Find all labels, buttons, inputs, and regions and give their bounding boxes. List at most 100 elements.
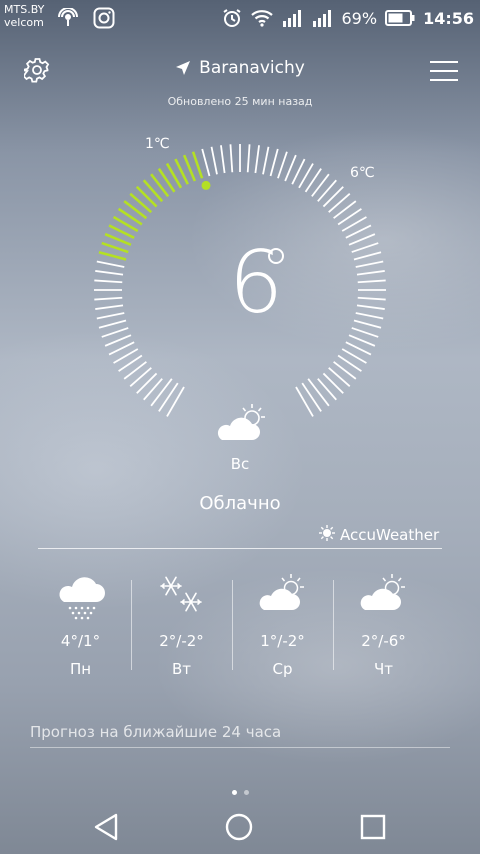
battery-icon (385, 10, 415, 26)
gauge-tick (353, 251, 382, 261)
recents-square-icon (360, 814, 386, 840)
divider (38, 548, 442, 549)
gauge-range-tick (98, 250, 127, 261)
gauge-tick (351, 242, 379, 253)
instagram-icon (93, 7, 115, 33)
gauge-tick (150, 378, 173, 407)
gauge-tick (201, 148, 211, 177)
signal-icon (282, 9, 304, 27)
menu-button[interactable] (430, 60, 458, 82)
gauge-tick (348, 334, 376, 347)
gauge-tick (98, 319, 127, 329)
weather-condition: Облачно (199, 493, 281, 514)
gauge-tick (322, 372, 344, 394)
battery-percent: 69% (341, 8, 378, 28)
gauge-tick (357, 279, 386, 284)
recents-button[interactable] (360, 814, 386, 840)
gauge-tick (246, 144, 251, 173)
gauge-tick (262, 146, 270, 175)
gauge-tick (348, 233, 376, 246)
clock-time: 14:56 (423, 8, 474, 28)
rain-cloud-icon (59, 577, 105, 620)
gauge-tick (301, 382, 322, 412)
gauge-tick (96, 312, 125, 320)
gauge-tick (356, 304, 385, 310)
hotspot-icon (58, 7, 80, 32)
forecast-day-name: Чт (373, 660, 394, 678)
gauge-tick (328, 193, 351, 213)
snowflakes-icon (159, 576, 202, 612)
back-button[interactable] (92, 812, 120, 842)
gauge-tick (95, 270, 124, 276)
gauge-tick (356, 270, 385, 276)
partly-cloudy-icon (360, 574, 405, 610)
forecast-day-name: Вт (171, 660, 192, 678)
gauge-tick (317, 179, 337, 202)
gauge-tick (328, 367, 351, 387)
gauge-tick (94, 279, 123, 284)
gauge-tick (229, 144, 234, 173)
max-temp-label: 6℃ (350, 165, 375, 181)
status-bar: MTS.BY velcom 69% 14:56 (0, 0, 480, 36)
gauge-tick (158, 382, 179, 412)
forecast-temp: 1°/-2° (260, 632, 305, 650)
alarm-icon (222, 8, 242, 28)
back-triangle-icon (94, 813, 118, 841)
carrier-info: MTS.BY velcom (4, 3, 44, 29)
gauge-tick (284, 154, 297, 182)
current-temperature: 6 (228, 233, 284, 333)
forecast-day-mon[interactable]: 4°/1° Пн (30, 572, 131, 692)
location-name: Baranavichy (199, 58, 305, 78)
signal-icon-2 (312, 9, 334, 27)
home-circle-icon (225, 813, 253, 841)
gauge-tick (351, 327, 379, 338)
forecast-day-thu[interactable]: 2°/-6° Чт (333, 572, 434, 692)
gauge-tick (96, 260, 125, 268)
gauge-range-tick (191, 151, 204, 179)
partly-cloudy-icon (259, 574, 304, 610)
page-indicator-active (232, 790, 237, 795)
gauge-tick (322, 186, 344, 208)
forecast-day-name: Ср (272, 660, 293, 678)
gauge-tick (355, 260, 384, 268)
hamburger-icon (430, 61, 458, 81)
hourly-divider (30, 747, 450, 748)
gauge-tick (269, 148, 279, 177)
location-label[interactable]: Baranavichy (0, 58, 480, 81)
daily-forecast: 4°/1° Пн 2°/-2° Вт 1°/-2° Ср 2°/-6° Чт (30, 572, 434, 692)
gauge-tick (317, 378, 337, 401)
gauge-tick (104, 334, 132, 347)
status-icons: 69% 14:56 (222, 6, 474, 30)
gauge-tick (355, 312, 384, 320)
gauge-range-tick (101, 241, 129, 254)
gauge-tick (254, 145, 260, 174)
gauge-tick (277, 151, 288, 179)
min-temp-label: 1℃ (145, 136, 170, 152)
gauge-tick (101, 327, 129, 338)
gauge-tick (220, 145, 226, 174)
accuweather-icon (318, 524, 336, 546)
gauge-tick (307, 378, 330, 407)
forecast-day-tue[interactable]: 2°/-2° Вт (131, 572, 232, 692)
gauge-tick (166, 386, 185, 417)
provider-link[interactable]: AccuWeather (318, 524, 439, 546)
page-indicator-inactive (244, 790, 249, 795)
wifi-icon (250, 9, 274, 27)
gauge-tick (136, 372, 158, 394)
hourly-forecast-title[interactable]: Прогноз на ближайшие 24 часа (30, 723, 281, 741)
partly-cloudy-icon (212, 402, 270, 446)
forecast-temp: 2°/-6° (361, 632, 406, 650)
home-button[interactable] (224, 812, 254, 842)
forecast-day-wed[interactable]: 1°/-2° Ср (232, 572, 333, 692)
degree-symbol (268, 248, 284, 264)
current-day: Вс (230, 455, 250, 473)
gauge-tick (357, 296, 386, 301)
gauge-tick (353, 319, 382, 329)
provider-name: AccuWeather (340, 526, 440, 544)
carrier-name-2: velcom (4, 16, 44, 29)
gauge-tick (295, 386, 314, 417)
gauge-tick (95, 304, 124, 310)
forecast-temp: 2°/-2° (159, 632, 204, 650)
gauge-tick (143, 378, 163, 401)
updated-time: Обновлено 25 мин назад (167, 95, 313, 108)
